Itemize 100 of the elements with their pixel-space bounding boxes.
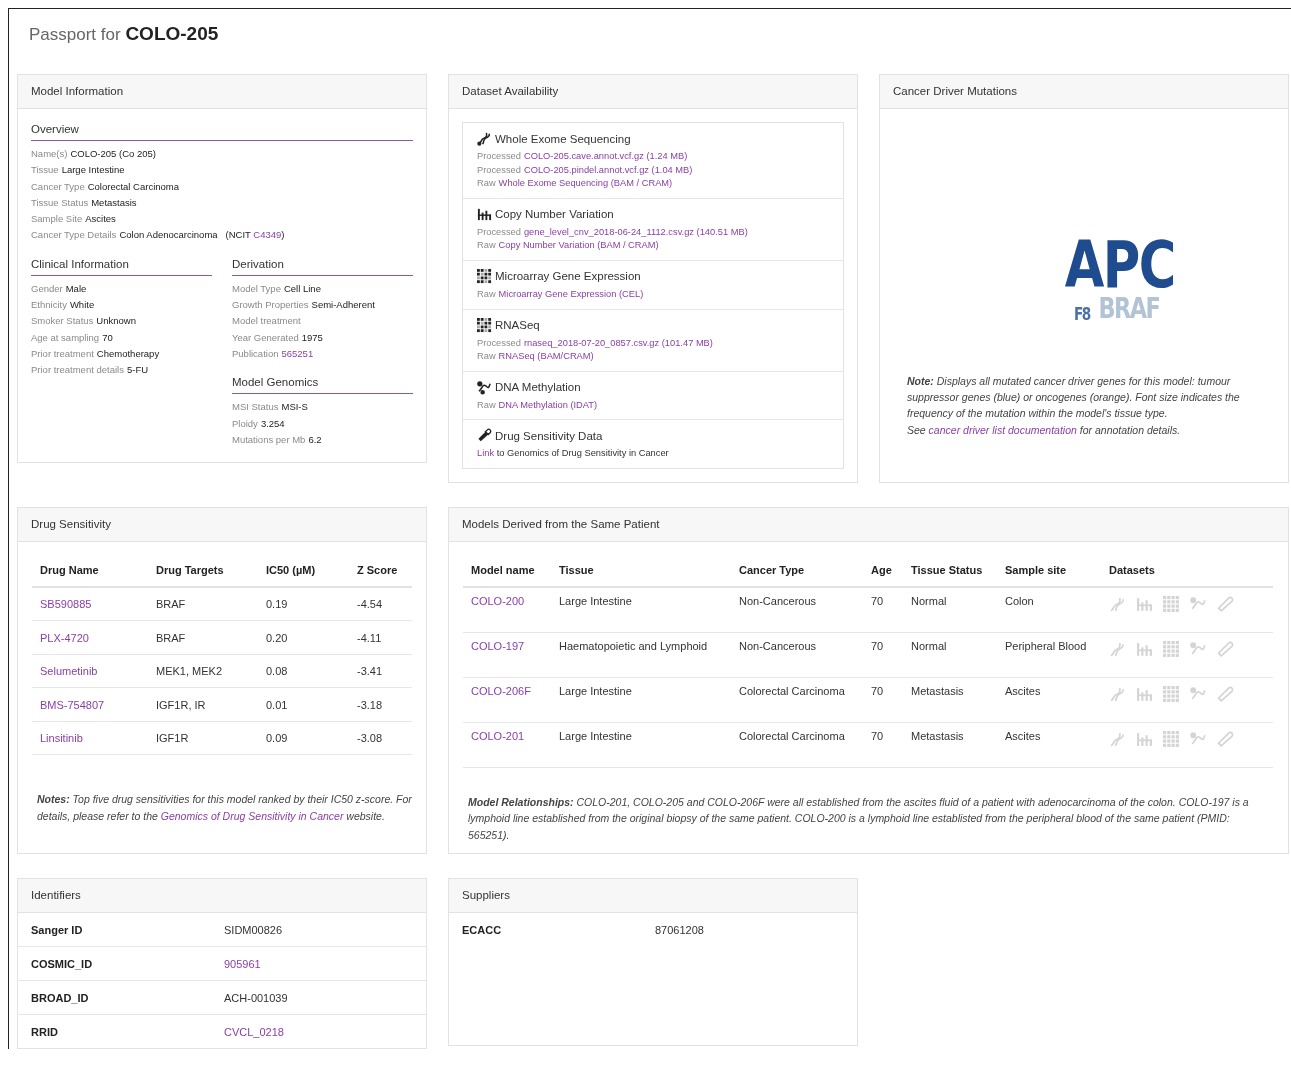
model-link[interactable]: COLO-201	[471, 729, 525, 742]
table-cell: 0.01	[266, 698, 288, 711]
column-header: Age	[863, 553, 903, 587]
field-line: Smoker Status Unknown	[31, 314, 137, 329]
note-text: See cancer driver list documentation for annotation details.	[907, 422, 1182, 438]
field-line: Mutations per Mb 6.2	[232, 432, 323, 447]
pill-icon[interactable]	[1217, 595, 1234, 613]
field-line: Age at sampling 70	[31, 330, 114, 345]
column-header: Drug Name	[32, 553, 148, 587]
panel-heading: Models Derived from the Same Patient	[449, 507, 1288, 542]
file-link[interactable]: DNA Methylation (IDAT)	[498, 399, 598, 410]
table-cell: Colon	[1005, 594, 1034, 607]
section-heading: Derivation	[232, 257, 413, 276]
field-line: Prior treatment details 5-FU	[31, 363, 150, 378]
model-link[interactable]: COLO-206F	[471, 684, 531, 697]
field-line: Gender Male	[31, 281, 88, 296]
dataset-title: Microarray Gene Expression	[495, 270, 641, 283]
file-link[interactable]: Copy Number Variation (BAM / CRAM)	[498, 240, 659, 251]
table-cell: -3.18	[357, 698, 383, 711]
table-cell: MEK1, MEK2	[156, 665, 223, 678]
section-heading: Overview	[31, 123, 413, 141]
link[interactable]: 565251	[281, 347, 314, 359]
drug-link[interactable]: BMS-754807	[40, 698, 105, 711]
drug-link[interactable]: PLX-4720	[40, 631, 89, 644]
table-cell: IGF1R	[156, 732, 189, 745]
grid-icon[interactable]	[1163, 640, 1180, 658]
supplier-name: ECACC	[462, 923, 503, 936]
column-header: Drug Targets	[148, 553, 258, 587]
gene-name[interactable]: F8	[1073, 306, 1090, 323]
table-cell: 70	[871, 639, 884, 652]
dataset-file-line: Processed COLO-205.pindel.annot.vcf.gz (1.04 MB)	[477, 163, 694, 177]
identifier-link[interactable]: 905961	[224, 957, 426, 970]
file-link[interactable]: RNASeq (BAM/CRAM)	[498, 351, 594, 362]
grid-icon	[477, 317, 492, 333]
dataset-title: Drug Sensitivity Data	[495, 429, 603, 442]
bar-chart-icon[interactable]	[1136, 595, 1153, 613]
dataset-title: Whole Exome Sequencing	[495, 132, 631, 145]
table-cell: BRAF	[156, 598, 186, 611]
file-link[interactable]: Microarray Gene Expression (CEL)	[498, 288, 644, 299]
table-cell: Large Intestine	[559, 594, 632, 607]
column-header: IC50 (µM)	[258, 553, 349, 587]
table-cell: Metastasis	[911, 729, 964, 742]
grid-icon[interactable]	[1163, 685, 1180, 703]
column-header: Z Score	[349, 553, 412, 587]
drug-link[interactable]: Selumetinib	[40, 665, 98, 678]
drug-link[interactable]: Linsitinib	[40, 732, 83, 745]
section-heading: Clinical Information	[31, 257, 212, 276]
panel-heading: Cancer Driver Mutations	[880, 75, 1288, 109]
dataset-file-line: Raw Whole Exome Sequencing (BAM / CRAM)	[477, 177, 674, 191]
pill-icon[interactable]	[1217, 685, 1234, 703]
section-heading: Model Genomics	[232, 376, 413, 395]
dataset-file-line: Processed gene_level_cnv_2018-06-24_1112.csv.gz (140.51 MB)	[477, 225, 749, 239]
table-cell: Ascites	[1005, 684, 1041, 697]
file-link[interactable]: rnaseq_2018-07-20_0857.csv.gz (101.47 MB)	[523, 337, 713, 348]
identifier-label: COSMIC_ID	[31, 957, 94, 970]
gene-name[interactable]: APC	[1064, 235, 1175, 296]
column-header: Datasets	[1101, 553, 1273, 587]
file-link[interactable]: COLO-205.cave.annot.vcf.gz (1.24 MB)	[523, 151, 688, 161]
bar-chart-icon	[477, 206, 492, 222]
bar-chart-icon[interactable]	[1136, 685, 1153, 703]
pill-icon[interactable]	[1217, 640, 1234, 658]
dataset-file-line: Raw DNA Methylation (IDAT)	[477, 398, 599, 412]
table-cell: 70	[871, 684, 884, 697]
table-cell: Colorectal Carcinoma	[739, 684, 845, 697]
file-link[interactable]: COLO-205.pindel.annot.vcf.gz (1.04 MB)	[523, 164, 693, 175]
dna-icon[interactable]	[1109, 685, 1126, 703]
bar-chart-icon[interactable]	[1136, 730, 1153, 748]
model-link[interactable]: COLO-200	[471, 594, 525, 607]
dna-icon[interactable]	[1109, 730, 1126, 748]
molecule-icon	[477, 379, 492, 395]
model-relationships-text: Model Relationships: COLO-201, COLO-205 and COLO-206F were all established from the ascites fluid of a patient with adenocarcinoma of the colon. COLO-197 is a lymphoid line established from the original biopsy of the same patient. COLO-200 is a lymphoid line establisted from the peripheral blood of the same patient (PMID: 565251).	[468, 794, 1250, 843]
identifier-link[interactable]: CVCL_0218	[224, 1025, 426, 1038]
pill-icon[interactable]	[1217, 730, 1234, 748]
table-cell: -4.54	[357, 598, 383, 611]
field-line: Sample Site Ascites	[31, 212, 117, 227]
model-link[interactable]: COLO-197	[471, 639, 525, 652]
column-header: Model name	[463, 553, 551, 587]
bar-chart-icon[interactable]	[1136, 640, 1153, 658]
panel-heading: Identifiers	[18, 879, 426, 914]
table-cell: 0.09	[266, 732, 288, 745]
table-cell: Colorectal Carcinoma	[739, 729, 845, 742]
grid-icon[interactable]	[1163, 595, 1180, 613]
field-line: Publication 565251	[232, 346, 315, 361]
file-link[interactable]: Whole Exome Sequencing (BAM / CRAM)	[498, 178, 673, 189]
page-title: Passport for COLO-205	[8, 8, 1291, 60]
file-link[interactable]: gene_level_cnv_2018-06-24_1112.csv.gz (140.51 MB)	[523, 226, 748, 237]
grid-icon[interactable]	[1163, 730, 1180, 748]
gdsc-link[interactable]: Genomics of Drug Sensitivity in Cancer	[160, 809, 344, 822]
table-cell: 70	[871, 729, 884, 742]
documentation-link[interactable]: cancer driver list documentation	[928, 423, 1077, 436]
field-line: Name(s) COLO-205 (Co 205)	[31, 147, 157, 161]
drug-link[interactable]: SB590885	[40, 598, 92, 611]
identifier-label: Sanger ID	[31, 923, 84, 936]
dna-icon[interactable]	[1109, 595, 1126, 613]
identifier-value: ACH-001039	[224, 991, 289, 1004]
table-cell: Haematopoietic and Lymphoid	[559, 639, 708, 652]
grid-icon	[477, 268, 492, 284]
dna-icon[interactable]	[1109, 640, 1126, 658]
field-line: Ethnicity White	[31, 298, 96, 313]
file-link[interactable]: Link	[477, 448, 495, 459]
